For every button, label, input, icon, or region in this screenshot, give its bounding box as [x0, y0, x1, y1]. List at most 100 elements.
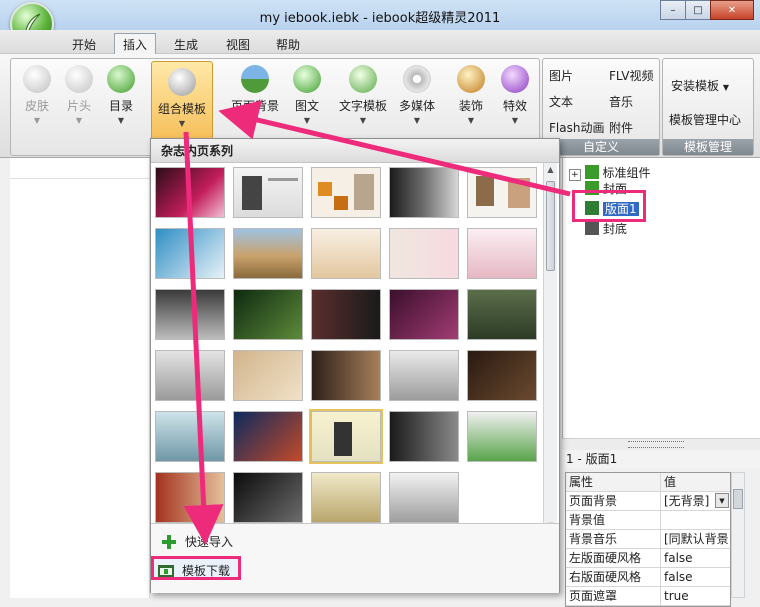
- template-thumbnail[interactable]: [233, 167, 303, 218]
- template-thumbnail[interactable]: [389, 472, 459, 523]
- template-thumbnail[interactable]: [389, 411, 459, 462]
- chevron-down-icon: ▼: [75, 116, 83, 125]
- tab-help[interactable]: 帮助: [268, 34, 308, 54]
- scroll-up-icon[interactable]: ▲: [544, 163, 557, 177]
- chevron-down-icon: ▼: [251, 116, 259, 125]
- flv-button[interactable]: FLV视频: [609, 67, 653, 84]
- scroll-thumb[interactable]: [733, 489, 743, 509]
- template-thumbnail[interactable]: [233, 411, 303, 462]
- quick-import-item[interactable]: 快速导入: [157, 530, 233, 554]
- template-gallery-dropdown: 杂志内页系列 ▲ ▼: [150, 138, 560, 593]
- multimedia-button[interactable]: 多媒体 ▼: [393, 63, 441, 135]
- template-thumbnail[interactable]: [155, 472, 225, 523]
- property-row[interactable]: 页面背景 [无背景] ▼: [566, 492, 730, 511]
- property-row[interactable]: 左版面硬风格 false: [566, 549, 730, 568]
- properties-header: 属性 值: [566, 473, 730, 492]
- template-thumbnail-selected[interactable]: [309, 409, 383, 464]
- property-value[interactable]: [无背景] ▼: [661, 492, 730, 510]
- landscape-icon: [241, 65, 269, 93]
- template-thumbnail[interactable]: [467, 167, 537, 218]
- page-bg-button[interactable]: 页面背景 ▼: [225, 63, 285, 135]
- property-row[interactable]: 右版面硬风格 false: [566, 568, 730, 587]
- template-thumbnail[interactable]: [311, 289, 381, 340]
- effects-button[interactable]: 特效 ▼: [491, 63, 539, 135]
- tree-highlight-box: [572, 190, 646, 222]
- template-thumbnail[interactable]: [155, 411, 225, 462]
- tree-label: 封底: [603, 222, 628, 236]
- skin-icon: [23, 65, 51, 93]
- attachment-button[interactable]: 附件: [609, 119, 633, 136]
- intro-button[interactable]: 片头 ▼: [55, 63, 103, 135]
- property-row[interactable]: 背景音乐 [同默认背景: [566, 530, 730, 549]
- template-thumbnail[interactable]: [233, 289, 303, 340]
- close-button[interactable]: ✕: [710, 0, 754, 20]
- properties-scrollbar[interactable]: [731, 472, 745, 598]
- chevron-down-icon[interactable]: ▼: [715, 493, 729, 508]
- text-template-button[interactable]: 文字模板 ▼: [333, 63, 393, 135]
- template-thumbnail[interactable]: [155, 289, 225, 340]
- gallery-scrollbar[interactable]: ▲ ▼: [543, 163, 557, 533]
- template-thumbnail[interactable]: [467, 350, 537, 401]
- tab-insert[interactable]: 插入: [114, 33, 157, 55]
- property-key: 页面遮罩: [566, 587, 661, 605]
- template-thumbnail[interactable]: [311, 472, 381, 523]
- property-value[interactable]: [661, 511, 730, 529]
- template-thumbnail[interactable]: [233, 472, 303, 523]
- template-thumbnail[interactable]: [155, 167, 225, 218]
- scroll-thumb[interactable]: [546, 181, 555, 271]
- chevron-down-icon: ▼: [722, 83, 729, 92]
- tree-node-back-cover[interactable]: 封底: [585, 220, 627, 237]
- skin-button[interactable]: 皮肤 ▼: [13, 63, 61, 135]
- music-button[interactable]: 音乐: [609, 93, 633, 110]
- template-thumbnail[interactable]: [311, 167, 381, 218]
- combo-template-button[interactable]: 组合模板 ▼: [151, 61, 213, 141]
- minimize-button[interactable]: –: [660, 0, 686, 20]
- template-thumbnail[interactable]: [155, 350, 225, 401]
- decorate-button[interactable]: 装饰 ▼: [447, 63, 495, 135]
- install-template-button[interactable]: 安装模板 ▼: [671, 77, 729, 94]
- image-text-button[interactable]: 图文 ▼: [283, 63, 331, 135]
- template-center-button[interactable]: 模板管理中心: [669, 111, 741, 128]
- template-download-item[interactable]: 模板下载: [151, 556, 242, 580]
- property-value[interactable]: false: [661, 568, 730, 586]
- chevron-down-icon: ▼: [467, 116, 475, 125]
- template-thumbnail[interactable]: [389, 167, 459, 218]
- col-attr: 属性: [566, 473, 661, 491]
- image-text-icon: [293, 65, 321, 93]
- template-thumbnail[interactable]: [467, 228, 537, 279]
- toc-button[interactable]: 目录 ▼: [97, 63, 145, 135]
- property-key: 右版面硬风格: [566, 568, 661, 586]
- template-thumbnail[interactable]: [155, 228, 225, 279]
- property-row[interactable]: 页面遮罩 true: [566, 587, 730, 606]
- combo-template-icon: [168, 68, 196, 96]
- property-value[interactable]: false: [661, 549, 730, 567]
- template-thumbnail[interactable]: [467, 411, 537, 462]
- template-thumbnail[interactable]: [311, 350, 381, 401]
- intro-icon: [65, 65, 93, 93]
- template-thumbnail[interactable]: [233, 228, 303, 279]
- gallery-footer: 快速导入 模板下载: [151, 523, 559, 593]
- maximize-button[interactable]: □: [685, 0, 711, 20]
- template-thumbnail[interactable]: [389, 350, 459, 401]
- text-button[interactable]: 文本: [549, 93, 573, 110]
- template-thumbnail[interactable]: [311, 228, 381, 279]
- template-thumbnail[interactable]: [389, 289, 459, 340]
- property-value[interactable]: true: [661, 587, 730, 605]
- template-thumbnail[interactable]: [467, 289, 537, 340]
- pane-splitter[interactable]: [562, 438, 760, 450]
- tree-node-standard[interactable]: + 标准组件: [569, 164, 651, 181]
- gallery-heading: 杂志内页系列: [151, 139, 559, 163]
- property-row[interactable]: 背景值: [566, 511, 730, 530]
- property-value[interactable]: [同默认背景: [661, 530, 730, 548]
- image-button[interactable]: 图片: [549, 67, 573, 84]
- template-thumbnail[interactable]: [233, 350, 303, 401]
- property-key: 背景值: [566, 511, 661, 529]
- tab-start[interactable]: 开始: [64, 34, 104, 54]
- template-thumbnail[interactable]: [389, 228, 459, 279]
- flash-button[interactable]: Flash动画: [549, 119, 604, 136]
- disc-icon: [403, 65, 431, 93]
- expand-icon[interactable]: +: [569, 169, 581, 181]
- tab-generate[interactable]: 生成: [166, 34, 206, 54]
- tab-view[interactable]: 视图: [218, 34, 258, 54]
- editor-canvas[interactable]: [10, 158, 150, 598]
